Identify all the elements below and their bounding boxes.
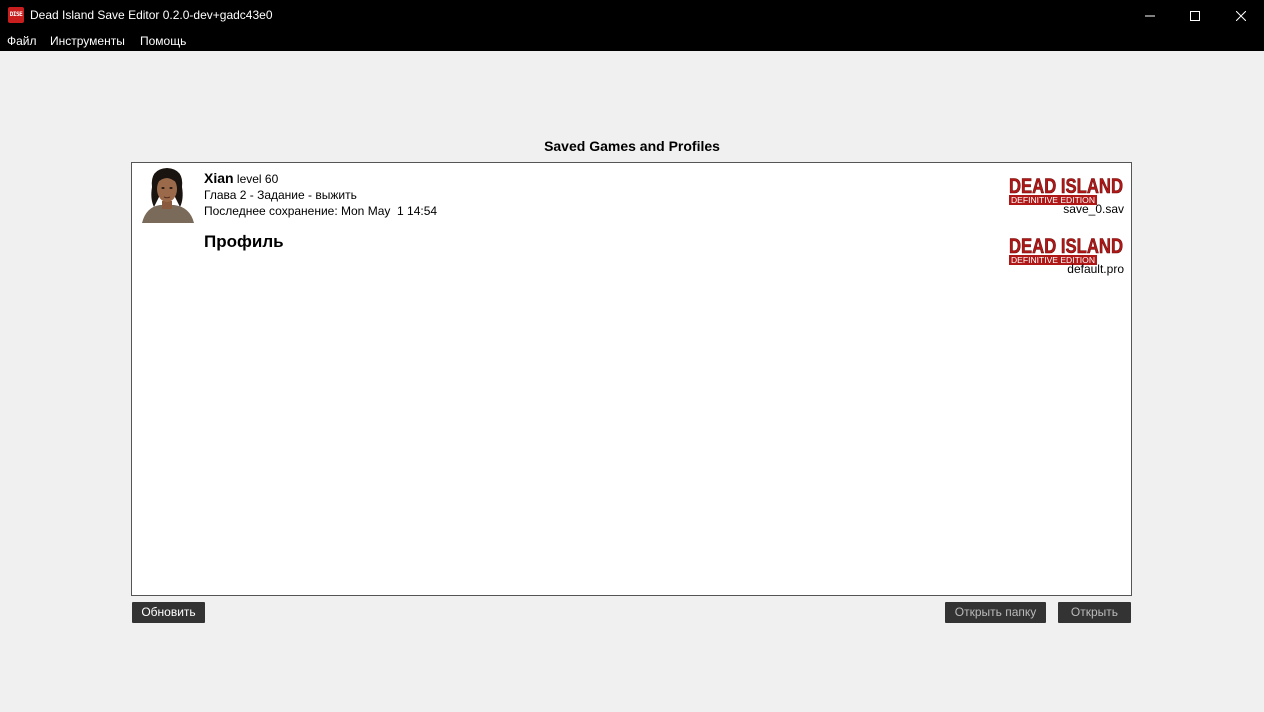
saves-list: Xian level 60 Глава 2 - Задание - выжить… — [131, 162, 1132, 596]
minimize-icon — [1145, 15, 1155, 16]
menu-help[interactable]: Помощь — [140, 31, 186, 51]
window-title: Dead Island Save Editor 0.2.0-dev+gadc43… — [30, 8, 273, 22]
profile-filename: default.pro — [1067, 262, 1124, 276]
profile-title: Профиль — [204, 232, 284, 251]
page-title: Saved Games and Profiles — [544, 138, 720, 154]
menu-file[interactable]: Файл — [7, 31, 37, 51]
character-name: Xian — [204, 170, 234, 186]
save-chapter: Глава 2 - Задание - выжить — [204, 188, 357, 202]
maximize-button[interactable] — [1172, 0, 1218, 31]
menu-bar: Файл Инструменты Помощь — [0, 31, 1264, 51]
open-button[interactable]: Открыть — [1058, 602, 1131, 623]
title-bar: DISE Dead Island Save Editor 0.2.0-dev+g… — [0, 0, 1264, 31]
app-icon: DISE — [8, 7, 24, 23]
close-button[interactable] — [1218, 0, 1264, 31]
maximize-icon — [1190, 10, 1200, 21]
minimize-button[interactable] — [1127, 0, 1173, 31]
close-icon — [1236, 10, 1246, 21]
character-level: level 60 — [236, 172, 279, 186]
save-filename: save_0.sav — [1063, 202, 1124, 216]
character-avatar — [138, 165, 196, 223]
dead-island-logo: DEAD ISLAND DEFINITIVE EDITION — [1009, 175, 1123, 205]
open-folder-button[interactable]: Открыть папку — [945, 602, 1046, 623]
refresh-button[interactable]: Обновить — [132, 602, 205, 623]
save-timestamp: Последнее сохранение: Mon May 1 14:54 — [204, 204, 438, 218]
dead-island-logo: DEAD ISLAND DEFINITIVE EDITION — [1009, 235, 1123, 265]
menu-tools[interactable]: Инструменты — [50, 31, 125, 51]
save-title: Xian level 60 — [204, 170, 278, 186]
